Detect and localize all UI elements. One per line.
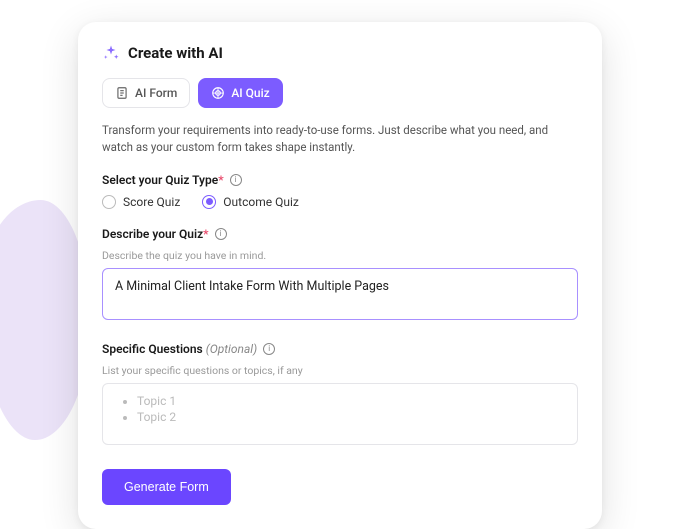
radio-label: Outcome Quiz xyxy=(223,195,299,209)
radio-score-quiz[interactable]: Score Quiz xyxy=(102,195,180,209)
specific-helper: List your specific questions or topics, … xyxy=(102,364,578,377)
placeholder-topic: Topic 1 xyxy=(137,394,565,408)
brain-icon xyxy=(211,86,225,100)
tab-label: AI Quiz xyxy=(231,86,269,100)
decorative-blob xyxy=(0,200,90,440)
form-icon xyxy=(115,86,129,100)
create-ai-card: Create with AI AI Form AI xyxy=(78,22,602,529)
specific-label-row: Specific Questions (Optional) i xyxy=(102,342,578,356)
quiz-type-label-row: Select your Quiz Type* i xyxy=(102,173,578,187)
placeholder-topic: Topic 2 xyxy=(137,410,565,424)
page-title: Create with AI xyxy=(128,44,223,62)
quiz-type-label: Select your Quiz Type* xyxy=(102,173,224,187)
describe-label-row: Describe your Quiz* i xyxy=(102,227,578,241)
describe-label: Describe your Quiz* xyxy=(102,227,209,241)
tab-label: AI Form xyxy=(135,86,177,100)
info-icon[interactable]: i xyxy=(230,174,242,186)
tab-ai-quiz[interactable]: AI Quiz xyxy=(198,78,282,108)
tab-ai-form[interactable]: AI Form xyxy=(102,78,190,108)
quiz-type-radios: Score Quiz Outcome Quiz xyxy=(102,195,578,209)
sparkle-icon xyxy=(102,44,120,62)
describe-input[interactable] xyxy=(102,268,578,320)
radio-outcome-quiz[interactable]: Outcome Quiz xyxy=(202,195,299,209)
generate-button[interactable]: Generate Form xyxy=(102,469,231,505)
info-icon[interactable]: i xyxy=(215,228,227,240)
description-text: Transform your requirements into ready-t… xyxy=(102,122,578,157)
tabs: AI Form AI Quiz xyxy=(102,78,578,108)
describe-helper: Describe the quiz you have in mind. xyxy=(102,249,578,262)
card-header: Create with AI xyxy=(102,44,578,62)
specific-input[interactable]: Topic 1 Topic 2 xyxy=(102,383,578,445)
specific-label: Specific Questions (Optional) xyxy=(102,342,257,356)
info-icon[interactable]: i xyxy=(263,343,275,355)
radio-label: Score Quiz xyxy=(123,195,180,209)
